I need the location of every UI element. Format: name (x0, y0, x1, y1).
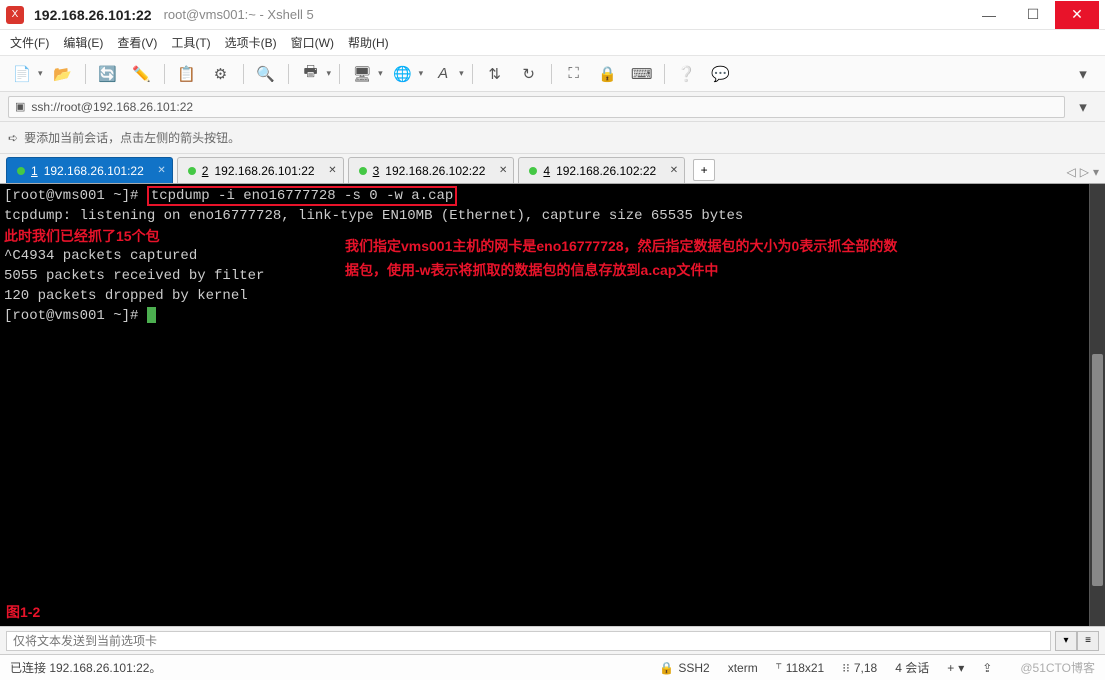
send-input[interactable] (6, 631, 1051, 651)
tab-3[interactable]: 3 192.168.26.102:22 ✕ (348, 157, 515, 183)
scrollbar-thumb[interactable] (1092, 354, 1103, 586)
new-session-icon[interactable]: 📄 (8, 61, 36, 87)
tab-label: 192.168.26.101:22 (214, 164, 314, 178)
search-icon[interactable]: 🔍 (252, 61, 280, 87)
status-dot-icon (17, 167, 25, 175)
menu-window[interactable]: 窗口(W) (291, 34, 334, 51)
terminal-scrollbar[interactable] (1089, 184, 1105, 626)
refresh-icon[interactable]: ↻ (515, 61, 543, 87)
lock-icon[interactable]: 🔒 (594, 61, 622, 87)
minimize-button[interactable]: — (967, 1, 1011, 29)
transfer-icon[interactable]: ⇅ (481, 61, 509, 87)
tab-next-icon[interactable]: ▷ (1080, 165, 1089, 179)
send-menu-button[interactable]: ▾ (1055, 631, 1077, 651)
status-term: xterm (728, 661, 758, 675)
tab-menu-icon[interactable]: ▾ (1093, 165, 1099, 179)
tab-label: 192.168.26.102:22 (556, 164, 656, 178)
command-highlight: tcpdump -i eno16777728 -s 0 -w a.cap (147, 186, 457, 206)
tab-strip: 1 192.168.26.101:22 ✕ 2 192.168.26.101:2… (0, 154, 1105, 184)
status-sessions: 4 会话 (895, 659, 929, 676)
reconnect-icon[interactable]: 🔄 (94, 61, 122, 87)
close-button[interactable]: ✕ (1055, 1, 1099, 29)
copy-icon[interactable]: 📋 (173, 61, 201, 87)
tab-label: 192.168.26.102:22 (385, 164, 485, 178)
menu-edit[interactable]: 编辑(E) (63, 34, 103, 51)
status-bar: 已连接 192.168.26.101:22。 🔒SSH2 xterm ⸆ 118… (0, 654, 1105, 680)
font-icon[interactable]: A (429, 61, 457, 87)
lock-icon: 🔒 (659, 661, 674, 675)
fullscreen-icon[interactable]: ⛶ (560, 61, 588, 87)
menu-tools[interactable]: 工具(T) (171, 34, 210, 51)
terminal-output: tcpdump: listening on eno16777728, link-… (4, 206, 1101, 226)
status-size: 118x21 (786, 661, 824, 675)
status-connection: 已连接 192.168.26.101:22。 (10, 659, 161, 676)
tab-4[interactable]: 4 192.168.26.102:22 ✕ (518, 157, 685, 183)
address-bar-wrap: ▣ ssh://root@192.168.26.101:22 ▾ (0, 92, 1105, 122)
chat-icon[interactable]: 💬 (707, 61, 735, 87)
disconnect-icon[interactable]: ✏️ (128, 61, 156, 87)
tab-close-icon[interactable]: ✕ (670, 165, 678, 176)
tab-close-icon[interactable]: ✕ (499, 165, 507, 176)
hint-text: 要添加当前会话，点击左侧的箭头按钮。 (24, 129, 240, 146)
menu-bar: 文件(F) 编辑(E) 查看(V) 工具(T) 选项卡(B) 窗口(W) 帮助(… (0, 30, 1105, 56)
menu-view[interactable]: 查看(V) (117, 34, 157, 51)
plus-icon[interactable]: + (947, 661, 954, 675)
menu-tabs[interactable]: 选项卡(B) (225, 34, 277, 51)
app-icon: X (6, 6, 24, 24)
status-dot-icon (188, 167, 196, 175)
address-text: ssh://root@192.168.26.101:22 (31, 100, 193, 114)
terminal[interactable]: [root@vms001 ~]# tcpdump -i eno16777728 … (0, 184, 1105, 626)
tab-nav: ◁ ▷ ▾ (1067, 165, 1100, 179)
hint-arrow-icon[interactable]: ➪ (8, 131, 18, 145)
tab-close-icon[interactable]: ✕ (328, 165, 336, 176)
menu-help[interactable]: 帮助(H) (348, 34, 389, 51)
title-bar: X 192.168.26.101:22 root@vms001:~ - Xshe… (0, 0, 1105, 30)
address-dropdown-icon[interactable]: ▾ (1069, 94, 1097, 120)
send-bar: ▾ ≡ (0, 626, 1105, 654)
tab-close-icon[interactable]: ✕ (157, 165, 165, 176)
status-dot-icon (529, 167, 537, 175)
tab-number: 2 (202, 164, 209, 178)
toolbar: 📄▾ 📂 🔄 ✏️ 📋 ⚙ 🔍 🖶▾ 🖥▾ 🌐▾ A▾ ⇅ ↻ ⛶ 🔒 ⌨ ❔ … (0, 56, 1105, 92)
print-icon[interactable]: 🖶 (297, 61, 325, 87)
tab-1[interactable]: 1 192.168.26.101:22 ✕ (6, 157, 173, 183)
status-proto: SSH2 (678, 661, 709, 675)
tab-2[interactable]: 2 192.168.26.101:22 ✕ (177, 157, 344, 183)
address-bar[interactable]: ▣ ssh://root@192.168.26.101:22 (8, 96, 1065, 118)
keyboard-icon[interactable]: ⌨ (628, 61, 656, 87)
screen-icon[interactable]: 🖥 (348, 61, 376, 87)
title-subtitle: root@vms001:~ - Xshell 5 (164, 7, 314, 22)
add-tab-button[interactable]: + (693, 159, 715, 181)
tab-number: 1 (31, 164, 38, 178)
help-icon[interactable]: ❔ (673, 61, 701, 87)
menu-file[interactable]: 文件(F) (10, 34, 49, 51)
tab-label: 192.168.26.101:22 (44, 164, 144, 178)
hint-bar: ➪ 要添加当前会话，点击左侧的箭头按钮。 (0, 122, 1105, 154)
send-toggle-button[interactable]: ≡ (1077, 631, 1099, 651)
cursor-icon (147, 307, 156, 323)
open-icon[interactable]: 📂 (49, 61, 77, 87)
tab-number: 4 (543, 164, 550, 178)
toolbar-overflow-icon[interactable]: ▾ (1069, 61, 1097, 87)
globe-icon[interactable]: 🌐 (389, 61, 417, 87)
tab-prev-icon[interactable]: ◁ (1067, 165, 1076, 179)
maximize-button[interactable]: ☐ (1011, 1, 1055, 29)
title-ip: 192.168.26.101:22 (34, 7, 152, 23)
annotation-right: 我们指定vms001主机的网卡是eno16777728，然后指定数据包的大小为0… (345, 234, 1065, 282)
prompt: [root@vms001 ~]# (4, 308, 147, 324)
properties-icon[interactable]: ⚙ (207, 61, 235, 87)
caps-icon: ⇪ (982, 661, 992, 675)
terminal-output: 120 packets dropped by kernel (4, 286, 1101, 306)
prompt: [root@vms001 ~]# (4, 188, 138, 204)
status-dot-icon (359, 167, 367, 175)
figure-label: 图1-2 (6, 602, 40, 622)
status-pos: 7,18 (854, 661, 877, 675)
watermark: @51CTO博客 (1020, 659, 1095, 676)
tab-number: 3 (373, 164, 380, 178)
ssh-icon: ▣ (15, 100, 25, 113)
